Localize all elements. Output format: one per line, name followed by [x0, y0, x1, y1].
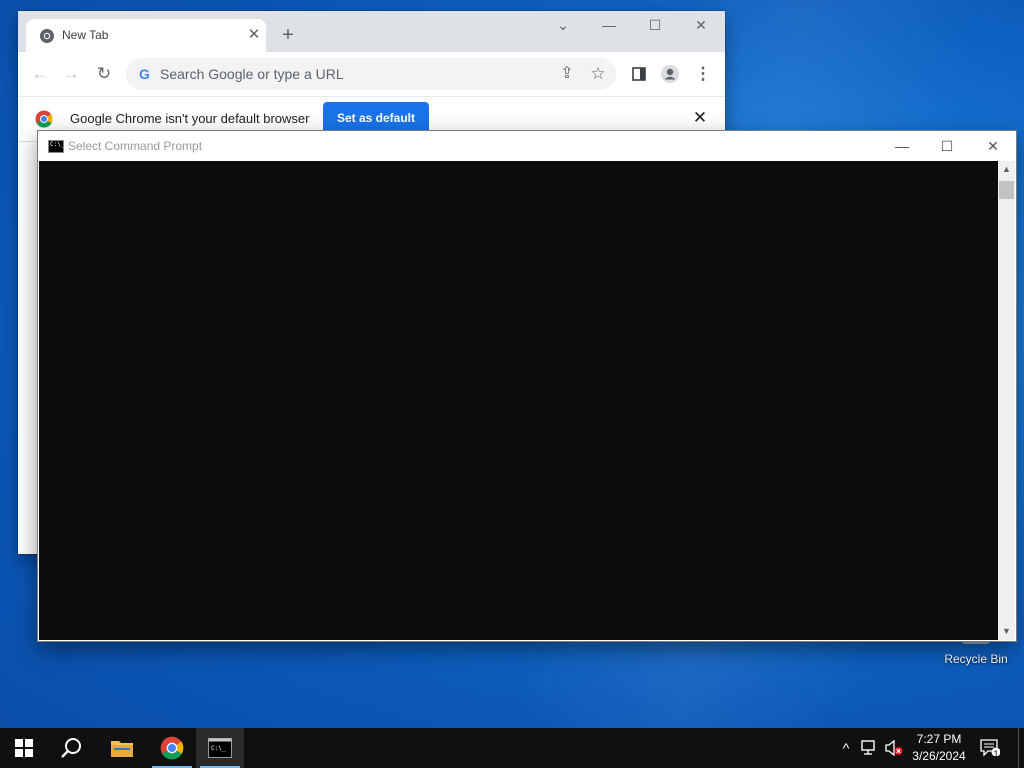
scroll-down-icon[interactable]: ▼	[998, 623, 1015, 640]
notification-count: 1	[993, 749, 999, 759]
cmd-scrollbar[interactable]: ▲ ▼	[998, 161, 1015, 640]
file-explorer-button[interactable]	[98, 728, 146, 768]
new-tab-button[interactable]: +	[276, 23, 300, 47]
file-explorer-icon	[111, 741, 133, 757]
command-prompt-window: Select Command Prompt — ☐ ✕ ▲ ▼	[38, 131, 1016, 641]
system-clock[interactable]: 7:27 PM 3/26/2024	[900, 731, 978, 765]
cmd-taskbar-button[interactable]: C:\_	[196, 728, 244, 768]
forward-icon[interactable]: →	[59, 62, 83, 86]
share-icon[interactable]: ⇪	[555, 62, 579, 86]
taskbar: C:\_ ^ 7:27 PM 3/26/2024 1	[0, 728, 1024, 768]
scroll-thumb[interactable]	[999, 181, 1014, 199]
clock-time: 7:27 PM	[916, 732, 962, 746]
cmd-maximize-button[interactable]: ☐	[924, 131, 970, 161]
minimize-button[interactable]: —	[586, 11, 632, 39]
cmd-window-title: Select Command Prompt	[68, 139, 203, 153]
svg-text:C:\_: C:\_	[211, 745, 226, 752]
set-as-default-button[interactable]: Set as default	[323, 102, 429, 134]
cmd-window-icon	[48, 140, 64, 153]
chrome-icon	[160, 736, 184, 760]
tab-search-icon[interactable]: ⌄	[540, 11, 586, 39]
profile-avatar-icon[interactable]	[658, 62, 682, 86]
scroll-up-icon[interactable]: ▲	[998, 161, 1015, 178]
maximize-button[interactable]: ☐	[632, 11, 678, 39]
side-panel-icon[interactable]	[627, 62, 651, 86]
close-infobar-icon[interactable]: ✕	[690, 108, 710, 128]
cmd-minimize-button[interactable]: —	[879, 131, 925, 161]
chrome-taskbar-button[interactable]	[148, 728, 196, 768]
console-area[interactable]	[39, 161, 998, 640]
chrome-favicon-icon	[40, 29, 54, 43]
back-icon[interactable]: ←	[28, 62, 52, 86]
menu-kebab-icon[interactable]: ⋮	[691, 62, 715, 86]
infobar-message: Google Chrome isn't your default browser	[70, 111, 310, 126]
tab-title: New Tab	[62, 28, 109, 42]
action-center-button[interactable]: 1	[980, 728, 1006, 768]
cmd-titlebar[interactable]: Select Command Prompt — ☐ ✕	[38, 131, 1016, 161]
start-button[interactable]	[0, 728, 48, 768]
clock-date: 3/26/2024	[912, 749, 966, 763]
close-tab-icon[interactable]: ✕	[244, 25, 264, 45]
chrome-logo-icon	[35, 110, 53, 128]
google-g-icon: G	[139, 66, 150, 82]
chrome-toolbar: ← → ↻ G Search Google or type a URL ⇪ ☆ …	[18, 52, 725, 97]
omnibox[interactable]: G Search Google or type a URL ⇪ ☆	[126, 58, 616, 90]
recycle-bin-label: Recycle Bin	[944, 652, 1008, 666]
chrome-tabstrip: New Tab ✕ + ⌄ — ☐ ✕	[18, 11, 725, 52]
close-window-button[interactable]: ✕	[678, 11, 724, 39]
svg-text:G: G	[139, 66, 150, 82]
cmd-close-button[interactable]: ✕	[970, 131, 1016, 161]
bookmark-star-icon[interactable]: ☆	[586, 62, 610, 86]
command-prompt-icon: C:\_	[208, 738, 232, 758]
network-icon[interactable]	[860, 728, 882, 768]
windows-logo-icon	[15, 739, 33, 757]
reload-icon[interactable]: ↻	[92, 62, 116, 86]
omnibox-placeholder: Search Google or type a URL	[160, 66, 344, 82]
search-icon	[61, 738, 81, 758]
taskbar-search-button[interactable]	[48, 728, 96, 768]
show-hidden-icons-icon[interactable]: ^	[836, 728, 856, 768]
show-desktop-button[interactable]	[1018, 728, 1024, 768]
tab-new-tab[interactable]: New Tab ✕	[26, 19, 266, 52]
